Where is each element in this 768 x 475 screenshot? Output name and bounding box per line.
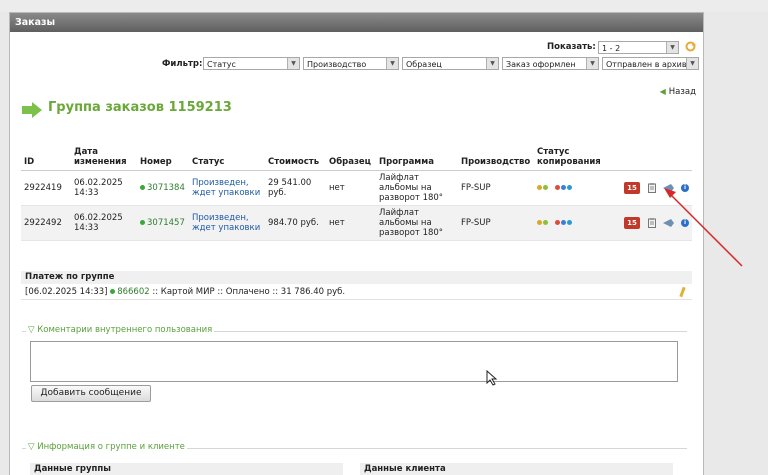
filter-status-select[interactable]: Статус ▼ — [203, 57, 300, 70]
page-title: Группа заказов 1159213 — [48, 100, 232, 115]
info-icon[interactable]: i — [681, 219, 689, 227]
payment-row: [06.02.2025 14:33] 866602 :: Картой МИР … — [21, 284, 692, 300]
cell-date: 06.02.2025 14:33 — [71, 170, 137, 206]
send-icon[interactable] — [663, 184, 675, 192]
add-message-button[interactable]: Добавить сообщение — [31, 385, 151, 402]
status-dot-icon — [110, 289, 116, 294]
back-arrow-icon: ◀ — [659, 87, 666, 96]
col-program: Программа — [376, 147, 458, 171]
comment-textarea[interactable] — [30, 341, 678, 382]
comments-legend-label: Коментарии внутреннего пользования — [37, 325, 213, 335]
cell-sample: нет — [326, 205, 376, 241]
cell-actions: 15 i — [614, 205, 692, 241]
show-select[interactable]: 1 - 2 ▼ — [598, 41, 679, 54]
filter-order-placed-select[interactable]: Заказ оформлен ▼ — [502, 57, 599, 70]
payment-title: Платеж по группе — [21, 271, 692, 284]
col-actions — [614, 147, 692, 171]
payment-date: [06.02.2025 14:33] — [25, 287, 108, 297]
info-legend[interactable]: ▽ Информация о группе и клиенте — [26, 442, 187, 452]
cell-production: FP-SUP — [458, 205, 534, 241]
table-header-row: ID Дата изменения Номер Статус Стоимость… — [21, 147, 692, 171]
order-number-link[interactable]: 3071384 — [147, 183, 185, 193]
col-sample: Образец — [326, 147, 376, 171]
show-select-value: 1 - 2 — [602, 44, 621, 53]
filter-label: Фильтр: — [162, 59, 203, 69]
show-label: Показать: — [547, 42, 596, 52]
refresh-icon[interactable] — [685, 41, 696, 52]
status-dot-icon — [140, 220, 145, 225]
filter-sample-value: Образец — [406, 60, 442, 69]
cell-production: FP-SUP — [458, 170, 534, 206]
back-link[interactable]: ◀ Назад — [660, 87, 696, 97]
mouse-cursor-icon — [486, 370, 498, 386]
client-data-header: Данные клиента — [360, 463, 673, 475]
chevron-down-icon: ▼ — [287, 58, 299, 69]
col-id: ID — [21, 147, 71, 171]
group-arrow-icon — [22, 102, 42, 118]
filter-sample-select[interactable]: Образец ▼ — [402, 57, 499, 70]
filter-archive-value: Отправлен в архив — [606, 60, 687, 69]
send-icon[interactable] — [663, 219, 675, 227]
cell-price: 984.70 руб. — [265, 205, 326, 241]
clipboard-icon[interactable] — [647, 183, 656, 193]
filter-archive-select[interactable]: Отправлен в архив ▼ — [602, 57, 699, 70]
top-strip — [0, 0, 768, 12]
cell-id: 2922492 — [21, 205, 71, 241]
status-link[interactable]: Произведен, ждет упаковки — [192, 178, 260, 198]
group-data-header: Данные группы — [30, 463, 343, 475]
table-row: 2922419 06.02.2025 14:33 3071384 Произве… — [21, 170, 692, 206]
cell-copy-status — [534, 170, 614, 206]
cell-id: 2922419 — [21, 170, 71, 206]
cell-date: 06.02.2025 14:33 — [71, 205, 137, 241]
copy-status-dots — [537, 183, 573, 193]
clipboard-icon[interactable] — [647, 218, 656, 228]
cell-number[interactable]: 3071457 — [137, 205, 189, 241]
col-production: Производство — [458, 147, 534, 171]
pencil-icon[interactable] — [679, 286, 686, 298]
col-date: Дата изменения — [71, 147, 137, 171]
cell-sample: нет — [326, 170, 376, 206]
chevron-down-icon: ▼ — [666, 42, 678, 53]
cell-program: Лайфлат альбомы на разворот 180° — [376, 205, 458, 241]
count-badge[interactable]: 15 — [624, 182, 640, 194]
chevron-down-icon: ▼ — [386, 58, 398, 69]
copy-status-dots — [537, 218, 573, 228]
chevron-down-icon: ▼ — [686, 58, 698, 69]
orders-table: ID Дата изменения Номер Статус Стоимость… — [21, 147, 692, 241]
cell-status: Произведен, ждет упаковки — [189, 205, 265, 241]
filter-production-value: Производство — [307, 60, 367, 69]
cell-actions: 15 i — [614, 170, 692, 206]
col-status: Статус — [189, 147, 265, 171]
status-dot-icon — [140, 185, 145, 190]
info-legend-label: Информация о группе и клиенте — [37, 442, 185, 452]
cell-number[interactable]: 3071384 — [137, 170, 189, 206]
orders-panel: Заказы Показать: 1 - 2 ▼ Фильтр: Статус ▼… — [9, 12, 704, 475]
cell-status: Произведен, ждет упаковки — [189, 170, 265, 206]
filter-order-placed-value: Заказ оформлен — [506, 60, 576, 69]
window-title: Заказы — [10, 13, 703, 32]
col-copy-status: Статус копирования — [534, 147, 614, 171]
chevron-down-icon: ▼ — [486, 58, 498, 69]
col-number: Номер — [137, 147, 189, 171]
order-number-link[interactable]: 3071457 — [147, 218, 185, 228]
table-row: 2922492 06.02.2025 14:33 3071457 Произве… — [21, 205, 692, 241]
col-price: Стоимость — [265, 147, 326, 171]
payment-number-link[interactable]: 866602 — [117, 287, 149, 297]
comments-legend[interactable]: ▽ Коментарии внутреннего пользования — [26, 325, 215, 335]
info-icon[interactable]: i — [681, 184, 689, 192]
cell-copy-status — [534, 205, 614, 241]
payment-details: :: Картой МИР :: Оплачено :: 31 786.40 р… — [152, 287, 346, 297]
count-badge[interactable]: 15 — [624, 217, 640, 229]
cell-program: Лайфлат альбомы на разворот 180° — [376, 170, 458, 206]
back-label: Назад — [668, 87, 696, 97]
filter-production-select[interactable]: Производство ▼ — [303, 57, 399, 70]
filter-status-value: Статус — [207, 60, 236, 69]
cell-price: 29 541.00 руб. — [265, 170, 326, 206]
chevron-down-icon: ▼ — [586, 58, 598, 69]
status-link[interactable]: Произведен, ждет упаковки — [192, 213, 260, 233]
